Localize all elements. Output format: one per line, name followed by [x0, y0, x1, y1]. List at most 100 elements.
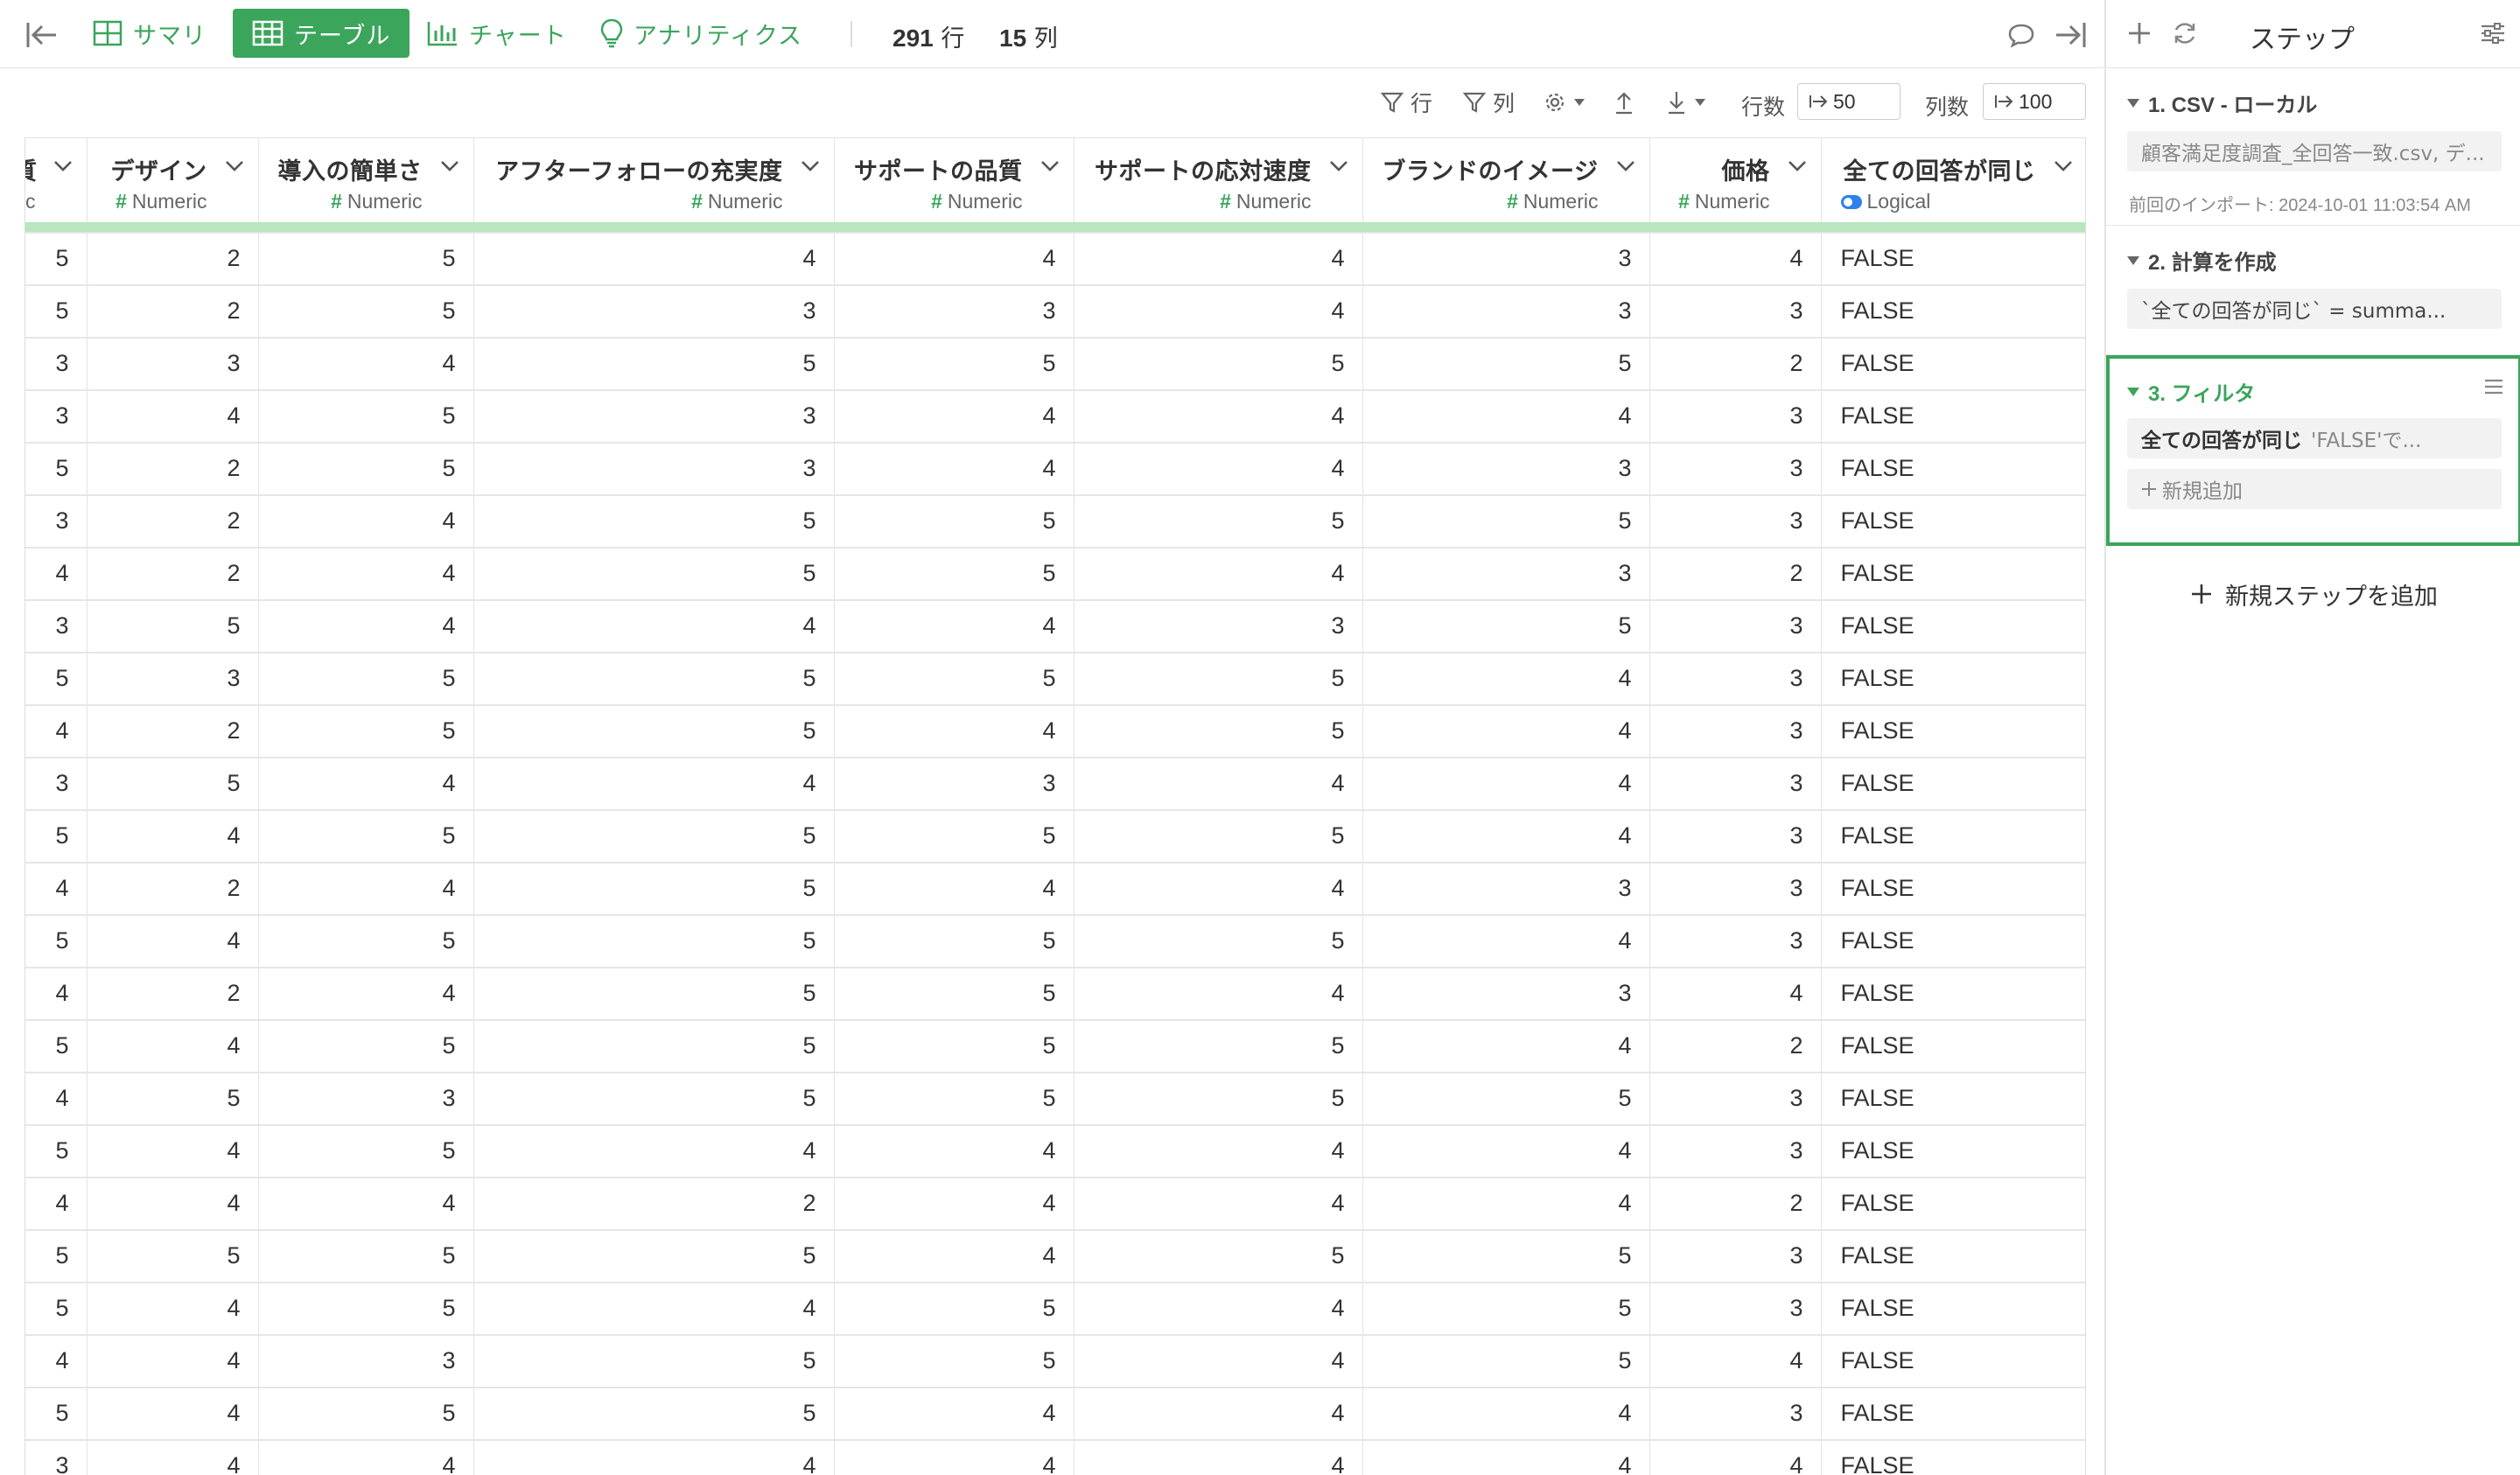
- chevron-down-icon[interactable]: [438, 157, 461, 175]
- table-cell[interactable]: 4: [1362, 757, 1650, 811]
- table-cell[interactable]: 4: [25, 547, 88, 601]
- table-cell[interactable]: 5: [258, 914, 474, 968]
- table-cell[interactable]: 5: [1362, 1072, 1650, 1126]
- table-cell[interactable]: 3: [1362, 284, 1650, 339]
- table-cell[interactable]: 4: [1649, 967, 1822, 1021]
- table-cell[interactable]: 4: [258, 1177, 474, 1231]
- table-cell[interactable]: 5: [473, 1387, 835, 1441]
- table-cell[interactable]: 4: [1362, 809, 1650, 863]
- step-detail-card[interactable]: 顧客満足度調査_全回答一致.csv, デ...: [2127, 131, 2502, 171]
- table-cell[interactable]: FALSE: [1821, 1072, 2085, 1126]
- table-cell[interactable]: 4: [1362, 652, 1650, 706]
- table-cell[interactable]: FALSE: [1821, 704, 2085, 758]
- table-cell[interactable]: 3: [473, 442, 835, 496]
- table-cell[interactable]: 4: [1074, 284, 1363, 339]
- table-row[interactable]: 5 4 5 5 4 4 4 3 FALSE: [25, 1387, 2085, 1441]
- table-cell[interactable]: 4: [87, 1439, 259, 1475]
- table-cell[interactable]: FALSE: [1821, 1387, 2085, 1441]
- column-header[interactable]: 価格 # Numeric: [1649, 137, 1822, 222]
- step-filter[interactable]: 3. フィルタ 全ての回答が同じ 'FALSE'で... 新規追加: [2106, 355, 2520, 546]
- table-cell[interactable]: 3: [1649, 284, 1822, 339]
- table-cell[interactable]: 4: [25, 862, 88, 916]
- table-row[interactable]: 3 3 4 5 5 5 5 2 FALSE: [25, 337, 2085, 391]
- table-cell[interactable]: 2: [1649, 547, 1822, 601]
- table-cell[interactable]: 5: [834, 494, 1074, 549]
- table-cell[interactable]: 4: [473, 232, 835, 286]
- table-cell[interactable]: 3: [1649, 442, 1822, 496]
- table-cell[interactable]: FALSE: [1821, 389, 2085, 444]
- table-cell[interactable]: 5: [1362, 494, 1650, 549]
- table-cell[interactable]: 5: [473, 862, 835, 916]
- chevron-down-icon[interactable]: [223, 157, 246, 175]
- table-row[interactable]: 3 2 4 5 5 5 5 3 FALSE: [25, 494, 2085, 549]
- table-cell[interactable]: 3: [25, 1439, 88, 1475]
- plus-icon[interactable]: [2122, 16, 2157, 51]
- table-cell[interactable]: 4: [1074, 389, 1363, 444]
- column-header[interactable]: 質c: [25, 137, 88, 222]
- table-cell[interactable]: FALSE: [1821, 442, 2085, 496]
- table-cell[interactable]: 3: [1649, 809, 1822, 863]
- table-cell[interactable]: 5: [473, 809, 835, 863]
- table-cell[interactable]: FALSE: [1821, 1177, 2085, 1231]
- table-cell[interactable]: 3: [1362, 862, 1650, 916]
- collapse-left-icon[interactable]: [23, 16, 61, 54]
- table-cell[interactable]: 2: [87, 494, 259, 549]
- table-cell[interactable]: 4: [1362, 704, 1650, 758]
- table-cell[interactable]: 5: [834, 547, 1074, 601]
- table-cell[interactable]: 5: [473, 967, 835, 1021]
- column-header[interactable]: デザイン # Numeric: [87, 137, 259, 222]
- table-cell[interactable]: 4: [834, 1177, 1074, 1231]
- table-cell[interactable]: 5: [25, 1019, 88, 1073]
- table-cell[interactable]: FALSE: [1821, 1282, 2085, 1336]
- column-header[interactable]: サポートの応対速度 # Numeric: [1074, 137, 1363, 222]
- table-row[interactable]: 5 3 5 5 5 5 4 3 FALSE: [25, 652, 2085, 706]
- table-cell[interactable]: 5: [25, 809, 88, 863]
- table-row[interactable]: 4 4 3 5 5 4 5 4 FALSE: [25, 1334, 2085, 1388]
- table-cell[interactable]: 4: [834, 1439, 1074, 1475]
- table-cell[interactable]: 4: [1074, 967, 1363, 1021]
- table-cell[interactable]: 5: [87, 1072, 259, 1126]
- table-cell[interactable]: 4: [1074, 1124, 1363, 1178]
- table-cell[interactable]: FALSE: [1821, 914, 2085, 968]
- table-row[interactable]: 5 4 5 5 5 5 4 2 FALSE: [25, 1019, 2085, 1073]
- step-create-calculation[interactable]: 2. 計算を作成 `全ての回答が同じ` = summa...: [2106, 226, 2520, 355]
- table-cell[interactable]: 3: [1649, 389, 1822, 444]
- table-cell[interactable]: 2: [87, 232, 259, 286]
- table-cell[interactable]: FALSE: [1821, 494, 2085, 549]
- table-cell[interactable]: FALSE: [1821, 652, 2085, 706]
- chevron-down-icon[interactable]: [1039, 157, 1061, 175]
- table-cell[interactable]: 4: [1362, 1387, 1650, 1441]
- table-cell[interactable]: 5: [834, 1019, 1074, 1073]
- table-cell[interactable]: 4: [258, 757, 474, 811]
- table-cell[interactable]: 4: [25, 967, 88, 1021]
- table-cell[interactable]: 4: [87, 389, 259, 444]
- table-cell[interactable]: 4: [25, 1177, 88, 1231]
- table-cell[interactable]: 4: [1074, 1334, 1363, 1388]
- table-cell[interactable]: 4: [473, 1439, 835, 1475]
- table-cell[interactable]: 4: [1074, 547, 1363, 601]
- table-cell[interactable]: 4: [258, 494, 474, 549]
- cols-limit-input[interactable]: 100: [1983, 83, 2086, 120]
- table-cell[interactable]: 5: [473, 494, 835, 549]
- table-cell[interactable]: 2: [1649, 1177, 1822, 1231]
- table-cell[interactable]: 3: [473, 284, 835, 339]
- table-cell[interactable]: 4: [25, 1072, 88, 1126]
- table-cell[interactable]: 4: [87, 1019, 259, 1073]
- table-row[interactable]: 5 4 5 4 5 4 5 3 FALSE: [25, 1282, 2085, 1336]
- table-cell[interactable]: 4: [1074, 1282, 1363, 1336]
- step-csv-local[interactable]: 1. CSV - ローカル 顧客満足度調査_全回答一致.csv, デ... 前回…: [2106, 68, 2520, 226]
- table-cell[interactable]: 4: [834, 442, 1074, 496]
- table-cell[interactable]: 4: [25, 704, 88, 758]
- table-cell[interactable]: 3: [25, 757, 88, 811]
- table-cell[interactable]: 3: [258, 1334, 474, 1388]
- table-cell[interactable]: 5: [258, 389, 474, 444]
- table-row[interactable]: 4 5 3 5 5 5 5 3 FALSE: [25, 1072, 2085, 1126]
- table-cell[interactable]: 5: [87, 1229, 259, 1283]
- table-row[interactable]: 5 4 5 5 5 5 4 3 FALSE: [25, 809, 2085, 863]
- table-cell[interactable]: 5: [258, 652, 474, 706]
- table-cell[interactable]: 5: [25, 1229, 88, 1283]
- table-cell[interactable]: 5: [473, 1072, 835, 1126]
- table-cell[interactable]: 4: [87, 914, 259, 968]
- table-cell[interactable]: 4: [25, 1334, 88, 1388]
- table-cell[interactable]: 2: [87, 967, 259, 1021]
